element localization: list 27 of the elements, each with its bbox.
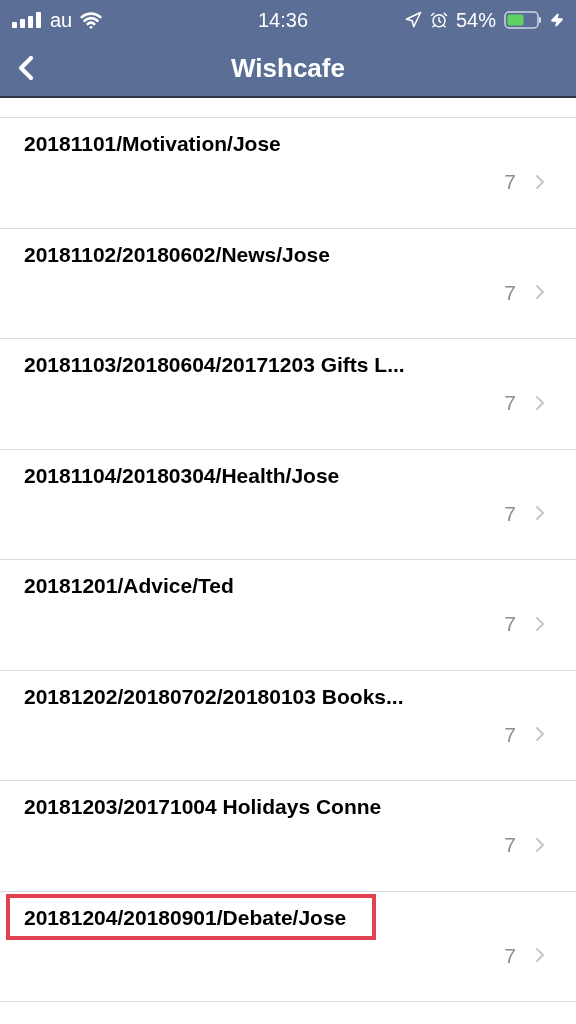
item-count: 7: [504, 500, 516, 527]
location-icon: [403, 11, 422, 29]
item-count: 7: [504, 169, 516, 195]
item-title: 20181102/20180602/News/Jose: [24, 241, 330, 268]
item-title: 20181201/Advice/Ted: [24, 573, 234, 599]
alarm-icon: [429, 11, 448, 29]
nav-title: Wishcafe: [231, 51, 345, 85]
item-count: 7: [504, 942, 516, 969]
item-count: 7: [504, 611, 516, 637]
item-count: 7: [504, 721, 516, 748]
carrier-name: au: [50, 8, 73, 33]
battery-percent: 54%: [455, 8, 496, 33]
item-title: 20181103/20180604/20171203 Gifts L...: [24, 352, 405, 378]
battery-icon: [504, 11, 542, 29]
list-item[interactable]: 20181204/20180901/Debate/Jose 7: [0, 891, 576, 1002]
item-title: 20181202/20180702/20180103 Books...: [24, 683, 404, 710]
wifi-icon: [80, 9, 103, 31]
item-count: 7: [504, 279, 516, 306]
item-count: 7: [504, 390, 516, 416]
signal-icon: [12, 12, 42, 28]
item-title: 20181204/20180901/Debate/Jose: [24, 904, 347, 931]
item-count: 7: [504, 832, 516, 858]
charging-icon: [550, 13, 564, 27]
clock: 14:36: [256, 8, 310, 33]
item-title: 20181203/20171004 Holidays Conne: [24, 794, 382, 820]
item-title: 20181101/Motivation/Jose: [24, 131, 281, 157]
item-title: 20181104/20180304/Health/Jose: [24, 462, 340, 489]
